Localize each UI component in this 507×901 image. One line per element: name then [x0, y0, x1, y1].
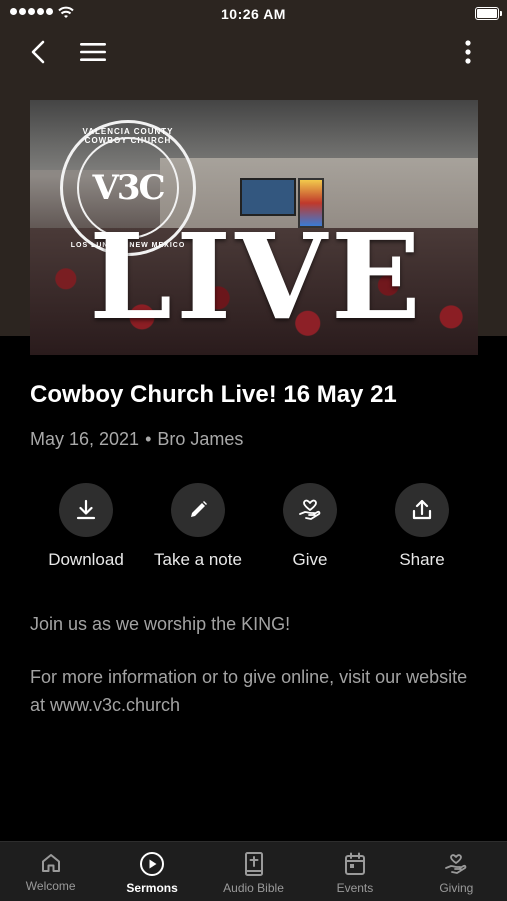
more-vertical-icon — [465, 40, 471, 64]
description-line-1: Join us as we worship the KING! — [30, 614, 291, 634]
sermon-date: May 16, 2021 — [30, 429, 140, 449]
download-icon — [76, 499, 96, 520]
sermon-speaker: Bro James — [157, 429, 244, 449]
give-button[interactable]: Give — [254, 483, 366, 570]
sermon-description: Join us as we worship the KING! For more… — [30, 610, 480, 744]
download-label: Download — [48, 550, 124, 569]
tab-welcome-label: Welcome — [25, 879, 76, 893]
share-icon — [412, 499, 432, 520]
tab-giving-label: Giving — [439, 881, 474, 895]
tab-giving[interactable]: Giving — [406, 842, 507, 901]
chevron-left-icon — [31, 40, 45, 64]
tab-sermons[interactable]: Sermons — [101, 842, 202, 901]
giving-icon — [445, 854, 467, 874]
bible-icon — [244, 852, 263, 876]
share-button[interactable]: Share — [366, 483, 478, 570]
calendar-icon — [344, 852, 365, 875]
tab-events[interactable]: Events — [304, 842, 405, 901]
sermon-title: Cowboy Church Live! 16 May 21 — [30, 381, 397, 408]
tab-audio-bible[interactable]: Audio Bible — [203, 842, 304, 901]
live-overlay-text: LIVE — [89, 207, 425, 346]
sermon-meta: May 16, 2021 • Bro James — [30, 429, 243, 450]
hamburger-menu-icon — [80, 43, 106, 61]
sermon-artwork: VALENCIA COUNTY COWBOY CHURCH V3C LOS LU… — [30, 100, 478, 355]
take-note-button[interactable]: Take a note — [142, 483, 254, 570]
back-button[interactable] — [22, 36, 54, 68]
tab-sermons-label: Sermons — [126, 881, 178, 895]
play-circle-icon — [140, 852, 165, 876]
status-time: 10:26 AM — [221, 6, 286, 22]
meta-separator: • — [145, 429, 152, 449]
tab-bar: Welcome Sermons Audio Bible Events Givin… — [0, 841, 507, 901]
description-line-2: For more information or to give online, … — [30, 667, 468, 715]
download-button[interactable]: Download — [30, 483, 142, 570]
tab-events-label: Events — [336, 881, 374, 895]
tab-welcome[interactable]: Welcome — [0, 842, 101, 901]
menu-button[interactable] — [77, 36, 109, 68]
status-bar: 10:26 AM — [0, 0, 507, 28]
battery-icon — [475, 7, 502, 20]
more-options-button[interactable] — [452, 36, 484, 68]
home-icon — [41, 854, 60, 872]
share-label: Share — [399, 550, 445, 569]
heart-hand-icon — [299, 499, 321, 520]
tab-audio-bible-label: Audio Bible — [223, 881, 284, 895]
take-note-label: Take a note — [154, 550, 242, 569]
give-label: Give — [292, 550, 328, 569]
pencil-icon — [191, 501, 207, 517]
